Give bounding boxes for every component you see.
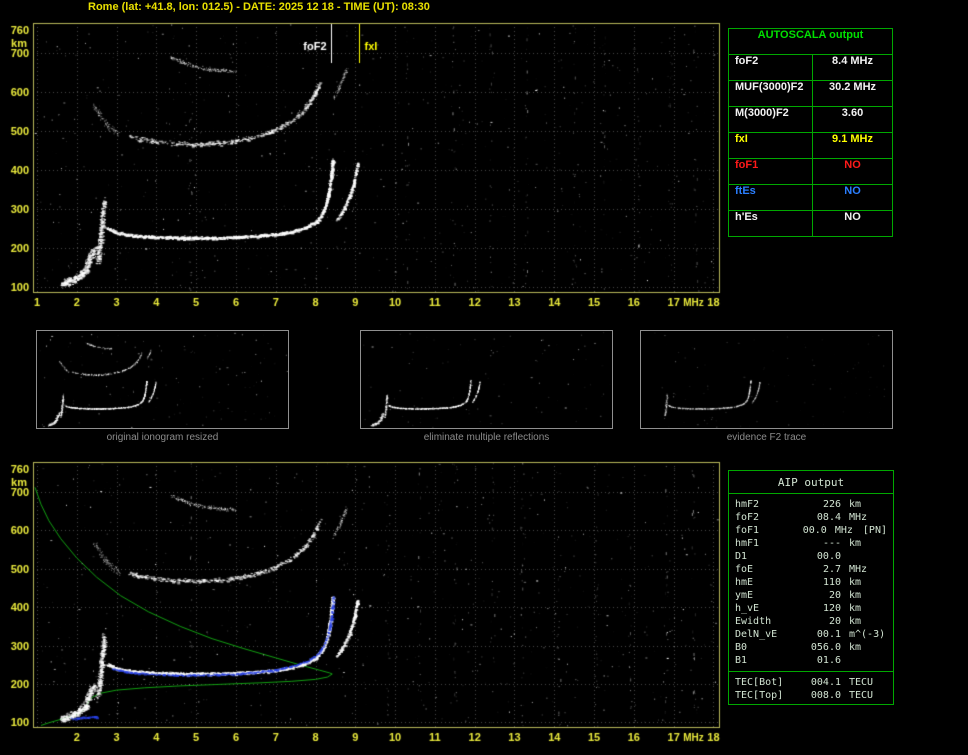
ionogram-top-canvas — [0, 16, 740, 316]
param-value: 30.2 MHz — [828, 81, 877, 93]
aip-row-fof2: foF2 08.4 MHz — [735, 511, 887, 524]
param-label: ymE — [735, 590, 754, 601]
autoscala-row-fxi: fxI 9.1 MHz — [729, 133, 892, 159]
thumbnail-evidence-f2-trace — [640, 330, 893, 429]
param-unit: km — [849, 499, 862, 510]
param-unit: TECU — [849, 690, 874, 701]
param-value: 226 — [822, 499, 841, 510]
param-value: 20 — [828, 616, 841, 627]
aip-row-ewidth: Ewidth 20 km — [735, 615, 887, 628]
aip-row-b0: B0 056.0 km — [735, 641, 887, 654]
param-value: 110 — [822, 577, 841, 588]
ionogram-bottom-canvas — [0, 455, 740, 755]
aip-row-hve: h_vE 120 km — [735, 602, 887, 615]
aip-table-rows: hmF2 226 km foF2 08.4 MHz foF1 00.0 MHz [PN] hmF1 -… — [729, 494, 893, 667]
param-value: 08.4 — [816, 512, 841, 523]
param-label: hmF1 — [735, 538, 760, 549]
param-label: DelN_vE — [735, 629, 778, 640]
param-unit: MHz — [849, 564, 868, 575]
autoscala-row-hes: h'Es NO — [729, 211, 892, 236]
aip-tec-rows: TEC[Bot] 004.1 TECU TEC[Top] 008.0 TECU — [729, 672, 893, 702]
param-unit — [841, 654, 849, 667]
param-value: 01.6 — [816, 655, 841, 666]
param-unit: km — [849, 642, 862, 653]
param-unit: km — [849, 538, 862, 549]
autoscala-row-m3000f2: M(3000)F2 3.60 — [729, 107, 892, 133]
param-value: NO — [844, 185, 861, 197]
param-label: TEC[Top] — [735, 690, 784, 701]
thumbnail-original-ionogram — [36, 330, 289, 429]
thumbnail-eliminate-reflections — [360, 330, 613, 429]
param-label: foF1 — [735, 525, 760, 536]
param-label: ftEs — [729, 185, 813, 210]
param-value: 2.7 — [822, 564, 841, 575]
param-label: D1 — [735, 551, 748, 562]
param-value: 120 — [822, 603, 841, 614]
param-unit: MHz — [849, 512, 868, 523]
aip-row-tectop: TEC[Top] 008.0 TECU — [735, 689, 887, 702]
param-value: 008.0 — [810, 690, 841, 701]
thumbnail-caption-original: original ionogram resized — [106, 432, 219, 443]
param-value: 00.1 — [816, 629, 841, 640]
param-unit — [841, 550, 849, 563]
param-label: foF2 — [729, 55, 813, 80]
param-unit: m^(-3) — [849, 629, 886, 640]
param-label: h_vE — [735, 603, 760, 614]
param-label: Ewidth — [735, 616, 772, 627]
autoscala-table-title: AUTOSCALA output — [729, 29, 892, 55]
autoscala-table-rows: foF2 8.4 MHz MUF(3000)F2 30.2 MHz M(3000)F2 3… — [729, 55, 892, 236]
thumbnail-caption-evidence: evidence F2 trace — [726, 432, 807, 443]
param-value: 9.1 MHz — [832, 133, 873, 145]
aip-row-tecbot: TEC[Bot] 004.1 TECU — [735, 676, 887, 689]
param-value: NO — [844, 211, 861, 223]
param-value: NO — [844, 159, 861, 171]
param-label: foF2 — [735, 512, 760, 523]
param-unit: TECU — [849, 677, 874, 688]
aip-row-d1: D1 00.0 — [735, 550, 887, 563]
aip-row-hmf1: hmF1 --- km — [735, 537, 887, 550]
param-unit: km — [849, 603, 862, 614]
aip-row-hme: hmE 110 km — [735, 576, 887, 589]
param-label: MUF(3000)F2 — [729, 81, 813, 106]
param-unit: km — [849, 590, 862, 601]
aip-row-b1: B1 01.6 — [735, 654, 887, 667]
autoscala-row-fof1: foF1 NO — [729, 159, 892, 185]
param-label: hmF2 — [735, 499, 760, 510]
param-value: 00.0 — [802, 525, 827, 536]
autoscala-row-fof2: foF2 8.4 MHz — [729, 55, 892, 81]
aip-table-title: AIP output — [729, 471, 893, 494]
page-title: Rome (lat: +41.8, lon: 012.5) - DATE: 20… — [88, 1, 430, 13]
aip-row-delnve: DelN_vE 00.1 m^(-3) — [735, 628, 887, 641]
param-label: foF1 — [729, 159, 813, 184]
aip-row-yme: ymE 20 km — [735, 589, 887, 602]
param-value: 056.0 — [810, 642, 841, 653]
param-label: fxI — [729, 133, 813, 158]
thumbnail-caption-eliminate: eliminate multiple reflections — [423, 432, 550, 443]
param-label: M(3000)F2 — [729, 107, 813, 132]
param-unit: km — [849, 577, 862, 588]
param-value: 00.0 — [816, 551, 841, 562]
aip-output-table: AIP output hmF2 226 km foF2 08.4 MHz foF1 00.0 M… — [728, 470, 894, 705]
autoscala-row-ftes: ftEs NO — [729, 185, 892, 211]
autoscala-screen: Rome (lat: +41.8, lon: 012.5) - DATE: 20… — [0, 0, 968, 755]
param-label: B1 — [735, 655, 748, 666]
param-unit: MHz — [834, 525, 853, 536]
aip-row-foe: foE 2.7 MHz — [735, 563, 887, 576]
param-value: 20 — [828, 590, 841, 601]
param-label: TEC[Bot] — [735, 677, 784, 688]
param-value: 3.60 — [841, 107, 864, 119]
param-value: --- — [822, 538, 841, 549]
param-label: hmE — [735, 577, 754, 588]
param-value: 004.1 — [810, 677, 841, 688]
aip-row-fof1: foF1 00.0 MHz [PN] — [735, 524, 887, 537]
param-unit: km — [849, 616, 862, 627]
autoscala-row-muf3000f2: MUF(3000)F2 30.2 MHz — [729, 81, 892, 107]
param-label: h'Es — [729, 211, 813, 236]
param-label: foE — [735, 564, 754, 575]
aip-row-hmf2: hmF2 226 km — [735, 498, 887, 511]
param-note: [PN] — [862, 525, 887, 536]
autoscala-output-table: AUTOSCALA output foF2 8.4 MHz MUF(3000)F2 3… — [728, 28, 893, 237]
param-value: 8.4 MHz — [832, 55, 873, 67]
param-label: B0 — [735, 642, 748, 653]
